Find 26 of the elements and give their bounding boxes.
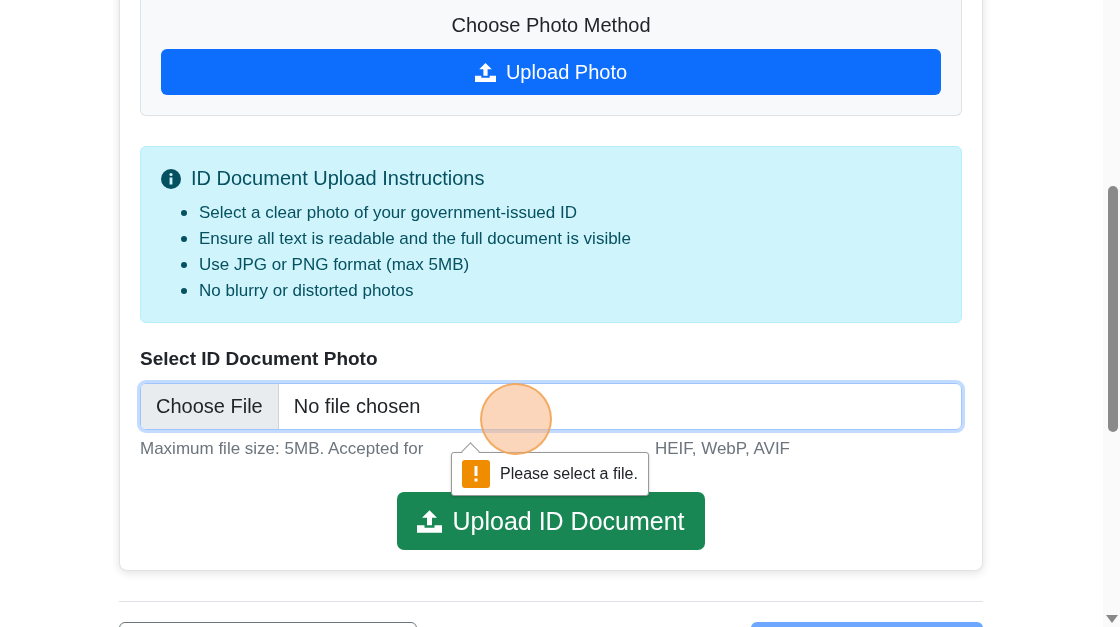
instructions-title: ID Document Upload Instructions xyxy=(191,167,485,190)
bullet-icon xyxy=(181,262,187,268)
tooltip-text: Please select a file. xyxy=(500,465,638,483)
instruction-text: Use JPG or PNG format (max 5MB) xyxy=(199,254,470,276)
instruction-text: Ensure all text is readable and the full document is visible xyxy=(199,228,631,250)
file-input-field[interactable]: Choose File No file chosen xyxy=(140,383,962,430)
upload-icon xyxy=(417,509,443,533)
hint-text: HEIF, WebP, AVIF xyxy=(654,438,790,460)
scroll-down-icon[interactable] xyxy=(1106,615,1118,623)
upload-id-button[interactable]: Upload ID Document xyxy=(397,492,705,550)
scroll-thumb[interactable] xyxy=(1108,186,1118,432)
upload-icon xyxy=(474,62,496,82)
choose-file-button[interactable]: Choose File xyxy=(141,384,279,429)
field-label: Select ID Document Photo xyxy=(140,347,379,371)
bullet-icon xyxy=(181,288,187,294)
bullet-icon xyxy=(181,210,187,216)
hint-text: Maximum file size: 5MB. Accepted for xyxy=(140,438,424,460)
bullet-icon xyxy=(181,236,187,242)
instruction-text: No blurry or distorted photos xyxy=(199,280,414,302)
instruction-text: Select a clear photo of your government-issued ID xyxy=(199,202,577,224)
click-indicator xyxy=(480,383,552,455)
warning-icon xyxy=(462,460,490,488)
panel-title: Choose Photo Method xyxy=(450,13,652,38)
file-status-text: No file chosen xyxy=(292,394,421,419)
info-icon xyxy=(161,168,181,189)
upload-photo-button[interactable]: Upload Photo xyxy=(161,49,941,95)
